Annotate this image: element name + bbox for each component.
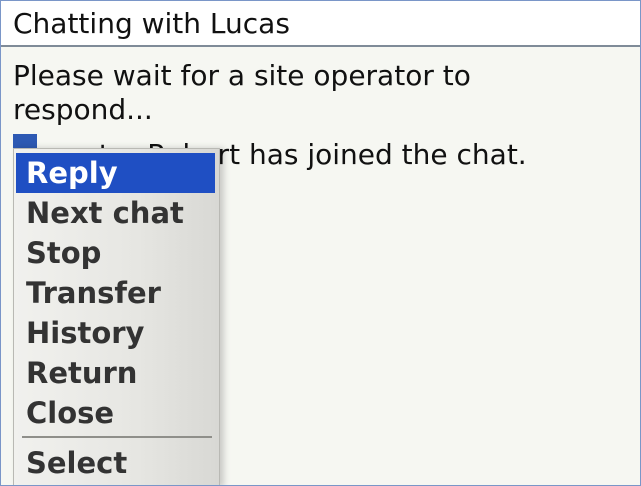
menu-item-label: Select <box>26 446 128 480</box>
menu-item-next-chat[interactable]: Next chat <box>14 193 219 233</box>
menu-item-label: Transfer <box>26 276 161 310</box>
menu-item-history[interactable]: History <box>14 313 219 353</box>
menu-item-close[interactable]: Close <box>14 393 219 433</box>
menu-item-return[interactable]: Return <box>14 353 219 393</box>
menu-item-label: History <box>26 316 145 350</box>
menu-item-select[interactable]: Select <box>14 443 219 483</box>
menu-item-label: Return <box>26 356 138 390</box>
menu-item-label: Close <box>26 396 115 430</box>
menu-item-label: Next chat <box>26 196 184 230</box>
chat-screen: Chatting with Lucas Please wait for a si… <box>0 0 641 486</box>
page-title: Chatting with Lucas <box>13 7 290 40</box>
menu-item-transfer[interactable]: Transfer <box>14 273 219 313</box>
menu-item-reply[interactable]: Reply <box>16 153 215 193</box>
context-menu: Reply Next chat Stop Transfer History Re… <box>13 148 220 485</box>
menu-divider <box>22 436 212 438</box>
menu-item-stop[interactable]: Stop <box>14 233 219 273</box>
chat-message-line: respond... <box>13 93 153 126</box>
menu-item-label: Reply <box>26 156 118 190</box>
chat-message-line: Please wait for a site operator to <box>13 59 471 92</box>
menu-item-label: Stop <box>26 236 102 270</box>
title-bar: Chatting with Lucas <box>1 1 640 47</box>
